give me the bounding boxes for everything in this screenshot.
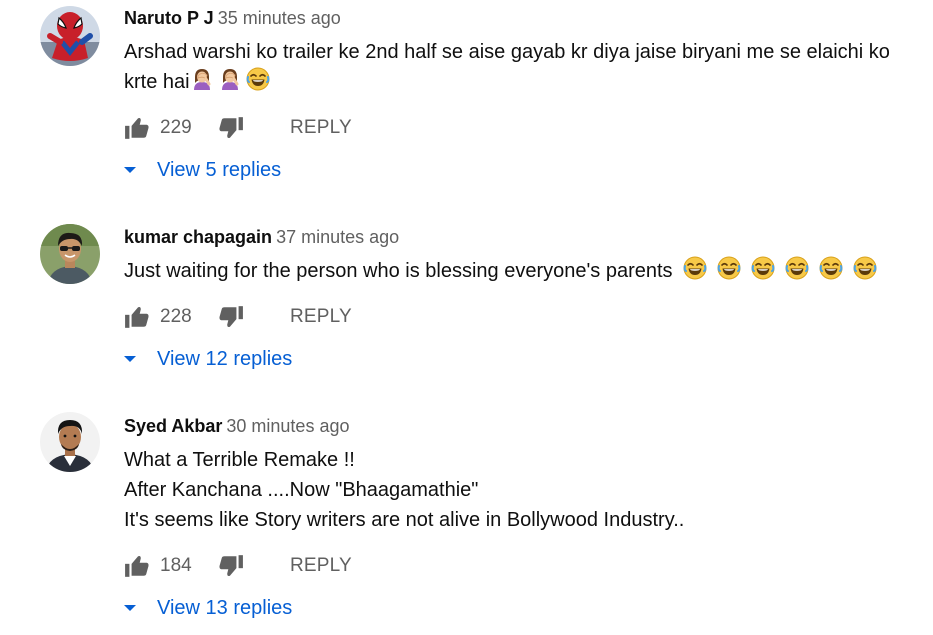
reply-button[interactable]: REPLY bbox=[290, 555, 352, 577]
comment-line: What a Terrible Remake !! bbox=[124, 449, 355, 471]
comment-meta: Naruto P J 35 minutes ago bbox=[124, 7, 925, 29]
thumbs-up-icon[interactable] bbox=[124, 115, 150, 141]
face-with-tears-of-joy-emoji-icon bbox=[717, 256, 741, 280]
comment-author[interactable]: kumar chapagain bbox=[124, 227, 272, 247]
thumbs-up-icon[interactable] bbox=[124, 553, 150, 579]
person-facepalming-emoji-icon bbox=[190, 67, 214, 91]
thumbs-down-icon[interactable] bbox=[218, 115, 244, 141]
comment-line: After Kanchana ....Now "Bhaagamathie" bbox=[124, 479, 479, 501]
view-replies-label: View 12 replies bbox=[157, 347, 293, 370]
like-count: 184 bbox=[160, 555, 192, 576]
comment-line: Just waiting for the person who is bless… bbox=[124, 260, 673, 282]
view-replies-label: View 13 replies bbox=[157, 596, 293, 619]
thumbs-down-icon[interactable] bbox=[218, 304, 244, 330]
view-replies-button[interactable]: View 13 replies bbox=[122, 595, 292, 621]
comment-text: What a Terrible Remake !! After Kanchana… bbox=[124, 445, 925, 535]
comment-text: Arshad warshi ko trailer ke 2nd half se … bbox=[124, 37, 925, 97]
comment-line-with-emojis: krte hai bbox=[124, 67, 925, 97]
comment-author[interactable]: Naruto P J bbox=[124, 8, 214, 28]
spiderman-avatar[interactable] bbox=[40, 6, 100, 66]
comment-line: Arshad warshi ko trailer ke 2nd half se … bbox=[124, 41, 890, 63]
face-with-tears-of-joy-emoji-icon bbox=[853, 256, 877, 280]
reply-button[interactable]: REPLY bbox=[290, 117, 352, 139]
reply-button[interactable]: REPLY bbox=[290, 306, 352, 328]
comment-text: Just waiting for the person who is bless… bbox=[124, 256, 925, 286]
caret-down-icon bbox=[122, 351, 138, 367]
like-count: 229 bbox=[160, 117, 192, 138]
caret-down-icon bbox=[122, 162, 138, 178]
comment-timestamp[interactable]: 35 minutes ago bbox=[218, 8, 341, 28]
comment-meta: Syed Akbar 30 minutes ago bbox=[124, 415, 925, 437]
view-replies-label: View 5 replies bbox=[157, 158, 282, 181]
person-facepalming-emoji-icon bbox=[218, 67, 242, 91]
comment-line: krte hai bbox=[124, 71, 190, 93]
face-with-tears-of-joy-emoji-icon bbox=[819, 256, 843, 280]
view-replies-button[interactable]: View 12 replies bbox=[122, 346, 292, 372]
like-count: 228 bbox=[160, 306, 192, 327]
thumbs-down-icon[interactable] bbox=[218, 553, 244, 579]
comment-author[interactable]: Syed Akbar bbox=[124, 416, 222, 436]
comment-timestamp[interactable]: 30 minutes ago bbox=[226, 416, 349, 436]
comment-line: It's seems like Story writers are not al… bbox=[124, 509, 685, 531]
comment-meta: kumar chapagain 37 minutes ago bbox=[124, 226, 925, 248]
person-photo-avatar[interactable] bbox=[40, 224, 100, 284]
comment-actions: 184 REPLY bbox=[124, 553, 352, 579]
comment-actions: 228 REPLY bbox=[124, 304, 352, 330]
face-with-tears-of-joy-emoji-icon bbox=[246, 67, 270, 91]
caret-down-icon bbox=[122, 600, 138, 616]
comment-timestamp[interactable]: 37 minutes ago bbox=[276, 227, 399, 247]
person-photo-avatar[interactable] bbox=[40, 412, 100, 472]
view-replies-button[interactable]: View 5 replies bbox=[122, 157, 281, 183]
comment-actions: 229 REPLY bbox=[124, 115, 352, 141]
face-with-tears-of-joy-emoji-icon bbox=[751, 256, 775, 280]
face-with-tears-of-joy-emoji-icon bbox=[683, 256, 707, 280]
thumbs-up-icon[interactable] bbox=[124, 304, 150, 330]
face-with-tears-of-joy-emoji-icon bbox=[785, 256, 809, 280]
comment-line-with-emojis: Just waiting for the person who is bless… bbox=[124, 256, 925, 286]
